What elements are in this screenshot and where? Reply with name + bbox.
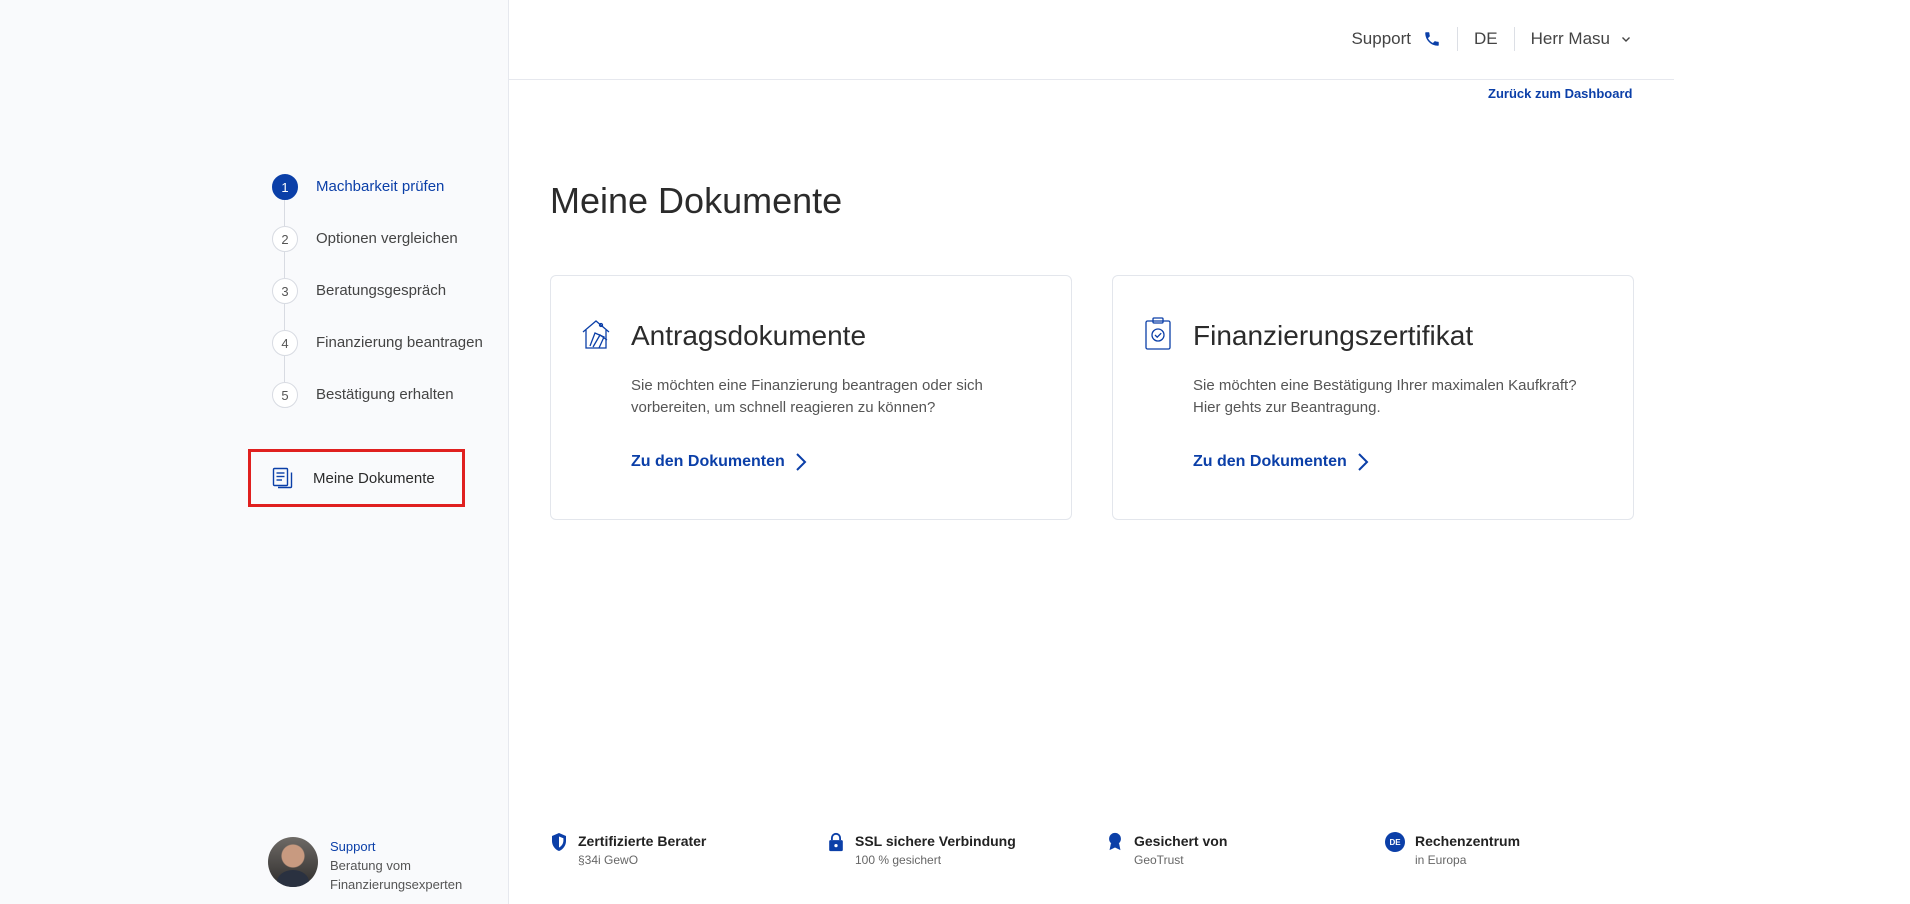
trust-ssl: SSL sichere Verbindung 100 % gesichert: [827, 832, 1016, 870]
support-title[interactable]: Support: [330, 837, 462, 856]
lock-icon: [829, 832, 843, 852]
step-label: Bestätigung erhalten: [316, 386, 454, 403]
step-bestaetigung[interactable]: 5 Bestätigung erhalten: [272, 382, 483, 434]
step-connector: [284, 200, 285, 226]
trust-title: Gesichert von: [1134, 833, 1228, 849]
trust-geotrust: Gesichert von GeoTrust: [1106, 832, 1227, 870]
step-label: Machbarkeit prüfen: [316, 178, 445, 195]
support-contact[interactable]: Support Beratung vom Finanzierungsexpert…: [268, 837, 462, 894]
card-antragsdokumente[interactable]: Antragsdokumente Sie möchten eine Finanz…: [550, 275, 1072, 520]
step-label: Beratungsgespräch: [316, 282, 447, 299]
page-title: Meine Dokumente: [550, 180, 843, 221]
step-number: 4: [272, 330, 298, 356]
language-selector[interactable]: DE: [1474, 29, 1498, 49]
trust-subtitle: in Europa: [1415, 853, 1467, 867]
step-beratung[interactable]: 3 Beratungsgespräch: [272, 278, 483, 330]
progress-steps: 1 Machbarkeit prüfen 2 Optionen vergleic…: [272, 174, 483, 434]
trust-title: Zertifizierte Berater: [578, 833, 707, 849]
link-label: Zu den Dokumenten: [631, 453, 785, 470]
chevron-right-icon: [1358, 453, 1369, 471]
my-documents-label: Meine Dokumente: [313, 469, 435, 487]
card-title: Finanzierungszertifikat: [1193, 320, 1474, 351]
step-label: Finanzierung beantragen: [316, 334, 483, 351]
support-line-1: Beratung vom: [330, 858, 411, 873]
header-divider: [1513, 27, 1515, 51]
support-line-2: Finanzierungsexperten: [330, 877, 463, 892]
trust-subtitle: GeoTrust: [1134, 853, 1184, 867]
step-number: 2: [272, 226, 298, 252]
top-header: Support DE Herr Masu: [509, 0, 1674, 80]
to-documents-link[interactable]: Zu den Dokumenten: [631, 452, 807, 472]
step-connector: [284, 304, 285, 330]
award-icon: [1109, 832, 1121, 851]
step-number: 5: [272, 382, 298, 408]
phone-icon[interactable]: [1423, 30, 1441, 48]
to-documents-link[interactable]: Zu den Dokumenten: [1193, 452, 1369, 472]
trust-certified-advisors: Zertifizierte Berater §34i GewO: [550, 832, 706, 870]
step-number: 1: [272, 174, 298, 200]
trust-title: Rechenzentrum: [1415, 833, 1521, 849]
step-finanzierung[interactable]: 4 Finanzierung beantragen: [272, 330, 483, 382]
step-optionen[interactable]: 2 Optionen vergleichen: [272, 226, 483, 278]
step-number: 3: [272, 278, 298, 304]
user-menu[interactable]: Herr Masu: [1531, 29, 1610, 49]
link-label: Zu den Dokumenten: [1193, 453, 1347, 470]
step-connector: [284, 252, 285, 278]
trust-subtitle: §34i GewO: [578, 853, 639, 867]
documents-icon: [272, 467, 293, 489]
chevron-down-icon[interactable]: [1620, 33, 1632, 45]
back-to-dashboard-link[interactable]: Zurück zum Dashboard: [1488, 86, 1632, 101]
step-machbarkeit[interactable]: 1 Machbarkeit prüfen: [272, 174, 483, 226]
trust-title: SSL sichere Verbindung: [855, 833, 1016, 849]
avatar: [268, 837, 318, 887]
card-title: Antragsdokumente: [631, 320, 867, 351]
de-badge-label: DE: [1389, 837, 1401, 847]
step-label: Optionen vergleichen: [316, 230, 458, 247]
card-description: Sie möchten eine Bestätigung Ihrer maxim…: [1193, 377, 1577, 416]
my-documents-nav-item[interactable]: Meine Dokumente: [248, 449, 465, 507]
chevron-right-icon: [796, 453, 807, 471]
header-divider: [1457, 27, 1459, 51]
clipboard-check-icon: [1145, 317, 1171, 350]
support-link[interactable]: Support: [1351, 29, 1411, 49]
de-badge-icon: DE: [1385, 832, 1405, 852]
trust-datacenter: DE Rechenzentrum in Europa: [1385, 832, 1520, 870]
house-documents-icon: [582, 320, 610, 349]
step-connector: [284, 356, 285, 382]
shield-icon: [552, 833, 566, 851]
card-finanzierungszertifikat[interactable]: Finanzierungszertifikat Sie möchten eine…: [1112, 275, 1634, 520]
card-description: Sie möchten eine Finanzierung beantragen…: [631, 377, 983, 416]
trust-subtitle: 100 % gesichert: [855, 853, 942, 867]
sidebar: 1 Machbarkeit prüfen 2 Optionen vergleic…: [0, 0, 509, 904]
